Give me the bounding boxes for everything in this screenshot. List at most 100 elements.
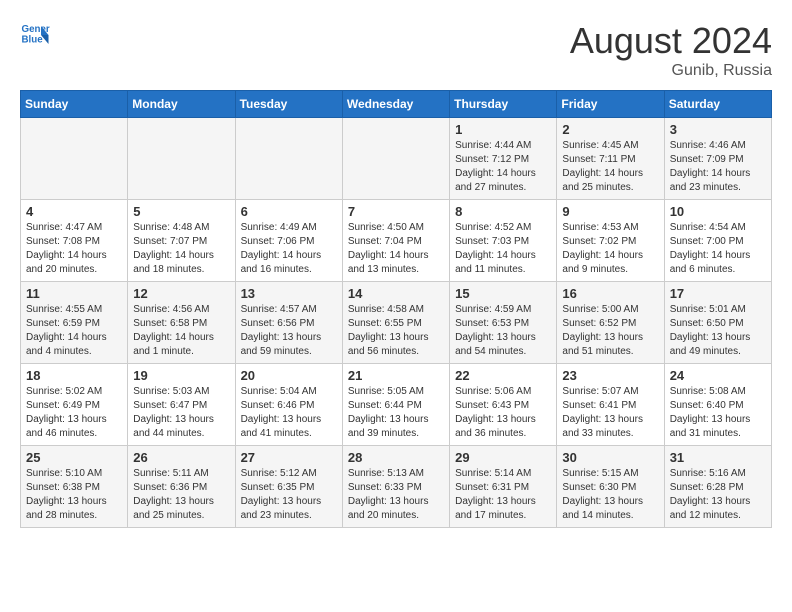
day-info: Sunrise: 5:07 AM Sunset: 6:41 PM Dayligh… xyxy=(562,385,658,441)
day-number: 11 xyxy=(26,286,122,301)
day-number: 25 xyxy=(26,450,122,465)
day-cell: 13 Sunrise: 4:57 AM Sunset: 6:56 PM Dayli… xyxy=(235,282,342,364)
day-number: 30 xyxy=(562,450,658,465)
header-row: SundayMondayTuesdayWednesdayThursdayFrid… xyxy=(21,91,772,118)
col-header-monday: Monday xyxy=(128,91,235,118)
day-number: 6 xyxy=(241,204,337,219)
day-info: Sunrise: 5:01 AM Sunset: 6:50 PM Dayligh… xyxy=(670,303,766,359)
day-cell: 25 Sunrise: 5:10 AM Sunset: 6:38 PM Dayli… xyxy=(21,446,128,528)
day-number: 29 xyxy=(455,450,551,465)
day-info: Sunrise: 4:59 AM Sunset: 6:53 PM Dayligh… xyxy=(455,303,551,359)
day-number: 4 xyxy=(26,204,122,219)
day-info: Sunrise: 5:11 AM Sunset: 6:36 PM Dayligh… xyxy=(133,467,229,523)
day-cell: 30 Sunrise: 5:15 AM Sunset: 6:30 PM Dayli… xyxy=(557,446,664,528)
day-info: Sunrise: 5:15 AM Sunset: 6:30 PM Dayligh… xyxy=(562,467,658,523)
svg-text:General: General xyxy=(22,24,51,35)
col-header-wednesday: Wednesday xyxy=(342,91,449,118)
day-cell: 24Sunrise: 5:08 AM Sunset: 6:40 PM Dayli… xyxy=(664,364,771,446)
day-number: 5 xyxy=(133,204,229,219)
day-cell: 8 Sunrise: 4:52 AM Sunset: 7:03 PM Daylig… xyxy=(450,200,557,282)
day-number: 21 xyxy=(348,368,444,383)
col-header-saturday: Saturday xyxy=(664,91,771,118)
day-cell: 15 Sunrise: 4:59 AM Sunset: 6:53 PM Dayli… xyxy=(450,282,557,364)
day-cell: 20 Sunrise: 5:04 AM Sunset: 6:46 PM Dayli… xyxy=(235,364,342,446)
day-info: Sunrise: 4:56 AM Sunset: 6:58 PM Dayligh… xyxy=(133,303,229,359)
day-number: 12 xyxy=(133,286,229,301)
day-info: Sunrise: 5:03 AM Sunset: 6:47 PM Dayligh… xyxy=(133,385,229,441)
day-cell: 19Sunrise: 5:03 AM Sunset: 6:47 PM Dayli… xyxy=(128,364,235,446)
day-cell: 10 Sunrise: 4:54 AM Sunset: 7:00 PM Dayli… xyxy=(664,200,771,282)
day-number: 13 xyxy=(241,286,337,301)
day-cell: 5Sunrise: 4:48 AM Sunset: 7:07 PM Daylig… xyxy=(128,200,235,282)
calendar-table: SundayMondayTuesdayWednesdayThursdayFrid… xyxy=(20,90,772,528)
day-number: 10 xyxy=(670,204,766,219)
week-row-2: 4 Sunrise: 4:47 AM Sunset: 7:08 PM Daylig… xyxy=(21,200,772,282)
svg-text:Blue: Blue xyxy=(22,35,44,46)
day-number: 14 xyxy=(348,286,444,301)
day-info: Sunrise: 5:08 AM Sunset: 6:40 PM Dayligh… xyxy=(670,385,766,441)
day-cell xyxy=(235,118,342,200)
day-cell: 9 Sunrise: 4:53 AM Sunset: 7:02 PM Daylig… xyxy=(557,200,664,282)
day-cell: 4 Sunrise: 4:47 AM Sunset: 7:08 PM Daylig… xyxy=(21,200,128,282)
day-cell: 14Sunrise: 4:58 AM Sunset: 6:55 PM Dayli… xyxy=(342,282,449,364)
day-cell: 31Sunrise: 5:16 AM Sunset: 6:28 PM Dayli… xyxy=(664,446,771,528)
day-info: Sunrise: 5:14 AM Sunset: 6:31 PM Dayligh… xyxy=(455,467,551,523)
page-header: General Blue August 2024 Gunib, Russia xyxy=(20,20,772,80)
day-info: Sunrise: 5:13 AM Sunset: 6:33 PM Dayligh… xyxy=(348,467,444,523)
day-number: 20 xyxy=(241,368,337,383)
logo-icon: General Blue xyxy=(20,20,50,50)
day-info: Sunrise: 4:52 AM Sunset: 7:03 PM Dayligh… xyxy=(455,221,551,277)
day-number: 3 xyxy=(670,122,766,137)
day-info: Sunrise: 5:06 AM Sunset: 6:43 PM Dayligh… xyxy=(455,385,551,441)
col-header-sunday: Sunday xyxy=(21,91,128,118)
day-number: 23 xyxy=(562,368,658,383)
day-number: 18 xyxy=(26,368,122,383)
day-cell: 11Sunrise: 4:55 AM Sunset: 6:59 PM Dayli… xyxy=(21,282,128,364)
logo: General Blue xyxy=(20,20,52,50)
day-info: Sunrise: 4:53 AM Sunset: 7:02 PM Dayligh… xyxy=(562,221,658,277)
day-cell: 29 Sunrise: 5:14 AM Sunset: 6:31 PM Dayli… xyxy=(450,446,557,528)
day-info: Sunrise: 5:02 AM Sunset: 6:49 PM Dayligh… xyxy=(26,385,122,441)
col-header-tuesday: Tuesday xyxy=(235,91,342,118)
day-number: 27 xyxy=(241,450,337,465)
day-cell: 18 Sunrise: 5:02 AM Sunset: 6:49 PM Dayli… xyxy=(21,364,128,446)
col-header-friday: Friday xyxy=(557,91,664,118)
day-cell: 26 Sunrise: 5:11 AM Sunset: 6:36 PM Dayli… xyxy=(128,446,235,528)
day-info: Sunrise: 5:04 AM Sunset: 6:46 PM Dayligh… xyxy=(241,385,337,441)
day-number: 16 xyxy=(562,286,658,301)
col-header-thursday: Thursday xyxy=(450,91,557,118)
day-cell: 21Sunrise: 5:05 AM Sunset: 6:44 PM Dayli… xyxy=(342,364,449,446)
day-number: 9 xyxy=(562,204,658,219)
day-cell: 28Sunrise: 5:13 AM Sunset: 6:33 PM Dayli… xyxy=(342,446,449,528)
day-info: Sunrise: 4:47 AM Sunset: 7:08 PM Dayligh… xyxy=(26,221,122,277)
week-row-3: 11Sunrise: 4:55 AM Sunset: 6:59 PM Dayli… xyxy=(21,282,772,364)
day-info: Sunrise: 4:57 AM Sunset: 6:56 PM Dayligh… xyxy=(241,303,337,359)
day-number: 17 xyxy=(670,286,766,301)
location: Gunib, Russia xyxy=(570,62,772,80)
day-info: Sunrise: 4:46 AM Sunset: 7:09 PM Dayligh… xyxy=(670,139,766,195)
day-cell xyxy=(21,118,128,200)
day-number: 1 xyxy=(455,122,551,137)
day-number: 31 xyxy=(670,450,766,465)
day-number: 7 xyxy=(348,204,444,219)
day-info: Sunrise: 4:45 AM Sunset: 7:11 PM Dayligh… xyxy=(562,139,658,195)
week-row-1: 1Sunrise: 4:44 AM Sunset: 7:12 PM Daylig… xyxy=(21,118,772,200)
day-number: 15 xyxy=(455,286,551,301)
day-cell: 27 Sunrise: 5:12 AM Sunset: 6:35 PM Dayli… xyxy=(235,446,342,528)
day-cell: 17 Sunrise: 5:01 AM Sunset: 6:50 PM Dayli… xyxy=(664,282,771,364)
day-cell: 7 Sunrise: 4:50 AM Sunset: 7:04 PM Daylig… xyxy=(342,200,449,282)
day-info: Sunrise: 4:50 AM Sunset: 7:04 PM Dayligh… xyxy=(348,221,444,277)
day-info: Sunrise: 4:54 AM Sunset: 7:00 PM Dayligh… xyxy=(670,221,766,277)
day-cell: 16 Sunrise: 5:00 AM Sunset: 6:52 PM Dayli… xyxy=(557,282,664,364)
day-info: Sunrise: 4:49 AM Sunset: 7:06 PM Dayligh… xyxy=(241,221,337,277)
day-cell xyxy=(342,118,449,200)
day-cell: 2 Sunrise: 4:45 AM Sunset: 7:11 PM Daylig… xyxy=(557,118,664,200)
day-cell: 1Sunrise: 4:44 AM Sunset: 7:12 PM Daylig… xyxy=(450,118,557,200)
day-number: 8 xyxy=(455,204,551,219)
month-title: August 2024 xyxy=(570,20,772,62)
day-number: 26 xyxy=(133,450,229,465)
day-info: Sunrise: 5:12 AM Sunset: 6:35 PM Dayligh… xyxy=(241,467,337,523)
day-info: Sunrise: 5:00 AM Sunset: 6:52 PM Dayligh… xyxy=(562,303,658,359)
day-number: 2 xyxy=(562,122,658,137)
day-info: Sunrise: 5:10 AM Sunset: 6:38 PM Dayligh… xyxy=(26,467,122,523)
